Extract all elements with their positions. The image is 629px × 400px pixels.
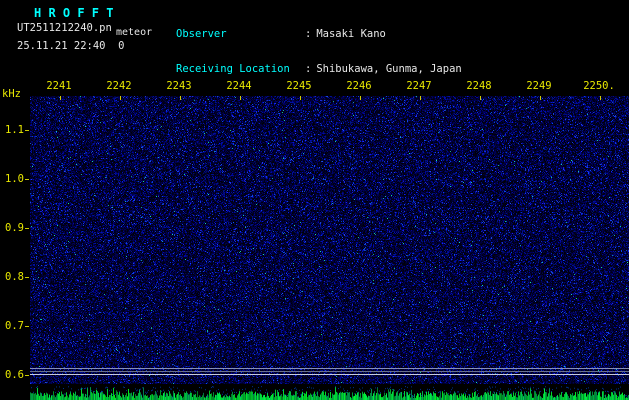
time-tick-label: 2248 — [449, 80, 509, 92]
datetime-counter: 25.11.21 22:40 0 — [17, 40, 124, 52]
time-tick-label: 2250. — [569, 80, 629, 92]
signal-level-strip — [30, 386, 629, 400]
time-tick-label: 2241 — [29, 80, 89, 92]
freq-tick-label: 1.1 — [0, 124, 24, 136]
freq-tick-label: 0.6 — [0, 369, 24, 381]
app-title: H R O F F T — [34, 6, 113, 20]
info-label: Observer — [176, 29, 305, 41]
hrofft-screen: H R O F F T UT2511212240.pn meteor 25.11… — [0, 0, 629, 400]
info-colon: : — [305, 63, 311, 75]
station-label: meteor — [116, 27, 152, 38]
time-axis: 2241 2242 2243 2244 2245 2246 2247 2248 … — [29, 80, 629, 92]
time-tick-label: 2243 — [149, 80, 209, 92]
freq-tick-mark — [25, 277, 29, 278]
info-row-location: Receiving Location: Shibukawa, Gunma, Jap… — [176, 64, 512, 76]
info-colon: : — [305, 28, 311, 40]
freq-tick-label: 0.9 — [0, 222, 24, 234]
time-tick-label: 2245 — [269, 80, 329, 92]
freq-tick-mark — [25, 228, 29, 229]
time-tick-label: 2249 — [509, 80, 569, 92]
freq-tick-mark — [25, 375, 29, 376]
spectrogram-canvas — [30, 96, 629, 384]
freq-tick-mark — [25, 326, 29, 327]
freq-unit-label: kHz — [2, 88, 21, 100]
info-value: Shibukawa, Gunma, Japan — [316, 63, 461, 75]
time-tick-label: 2244 — [209, 80, 269, 92]
time-tick-label: 2242 — [89, 80, 149, 92]
freq-tick-label: 1.0 — [0, 173, 24, 185]
info-label: Receiving Location — [176, 64, 305, 76]
info-value: Masaki Kano — [316, 28, 386, 40]
freq-tick-mark — [25, 130, 29, 131]
time-tick-label: 2247 — [389, 80, 449, 92]
freq-tick-label: 0.7 — [0, 320, 24, 332]
freq-tick-mark — [25, 179, 29, 180]
time-tick-label: 2246 — [329, 80, 389, 92]
output-filename: UT2511212240.pn — [17, 22, 112, 34]
info-row-observer: Observer: Masaki Kano — [176, 29, 512, 41]
freq-tick-label: 0.8 — [0, 271, 24, 283]
